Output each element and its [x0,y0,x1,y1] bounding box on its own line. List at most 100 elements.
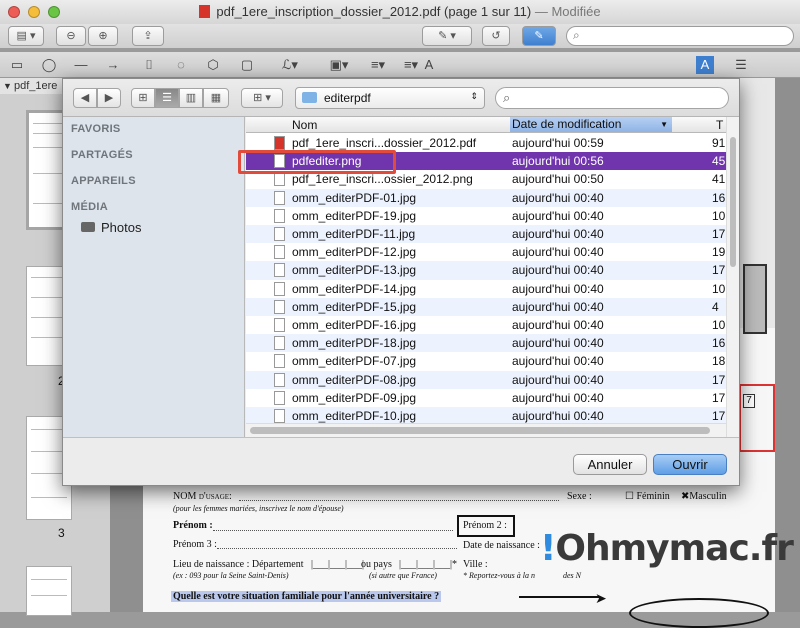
file-row[interactable]: omm_editerPDF-16.jpg aujourd'hui 00:40 10 [246,316,726,334]
rotate-button[interactable]: ↺ [482,26,510,46]
list-view-button[interactable]: ☰ [155,88,179,108]
location-popup[interactable]: editerpdf ⇕ [295,87,485,109]
color-picker-icon[interactable]: ▣▾ [328,56,350,74]
list-icon[interactable]: ☰ [732,56,750,74]
arrange-button[interactable]: ⊞ ▾ [241,88,283,108]
font-tool-icon[interactable]: A [420,56,438,74]
file-date: aujourd'hui 00:59 [512,136,604,150]
annotate-button[interactable]: ✎ ▾ [422,26,472,46]
scroll-thumb[interactable] [250,427,710,434]
file-size: 16 [712,190,726,205]
file-row[interactable]: omm_editerPDF-18.jpg aujourd'hui 00:40 16 [246,334,726,353]
file-size: 10 [712,281,726,296]
png-file-icon [274,172,285,187]
line-weight-icon[interactable]: ≡▾ [364,56,392,74]
size-column-header[interactable]: T [716,118,723,132]
file-row[interactable]: omm_editerPDF-01.jpg aujourd'hui 00:40 16 [246,188,726,207]
file-row[interactable]: omm_editerPDF-12.jpg aujourd'hui 00:40 19 [246,243,726,261]
signature-tool-icon[interactable]: ℒ▾ [276,56,304,74]
shape-tool-icon[interactable]: ⬡ [204,56,222,74]
zoom-in-button[interactable]: ⊕ [88,26,118,46]
departement-field[interactable]: |___|___|___| [311,559,364,570]
form-box[interactable]: 7 [743,394,755,408]
vertical-scrollbar[interactable] [726,117,739,437]
speech-bubble-icon[interactable]: ◌ [172,56,190,74]
masculin-label: Masculin [689,491,727,502]
scroll-thumb[interactable] [730,137,736,267]
sidebar-header-label: pdf_1ere [14,80,58,92]
jpg-file-icon [274,409,285,423]
minimize-window-button[interactable] [28,6,40,18]
sidebar-section-partages[interactable]: PARTAGÉS [71,149,133,161]
camera-icon [81,222,95,232]
sidebar-item-label: Photos [101,220,142,235]
sidebar-toggle-button[interactable]: ▤ ▾ [8,26,44,46]
pays-field[interactable]: |___|___|___|* [399,559,457,570]
jpg-file-icon [274,208,285,223]
sidebar-section-media[interactable]: MÉDIA [71,201,108,213]
file-row[interactable]: omm_editerPDF-09.jpg aujourd'hui 00:40 17 [246,389,726,407]
disclosure-triangle-icon[interactable]: ▼ [3,78,12,94]
zoom-window-button[interactable] [48,6,60,18]
file-date: aujourd'hui 00:50 [512,172,604,187]
file-size: 17 [712,390,726,405]
sidebar-item-photos[interactable]: Photos [81,220,141,235]
edit-toolbar-button[interactable]: ✎ [522,26,556,46]
file-row[interactable]: omm_editerPDF-11.jpg aujourd'hui 00:40 17 [246,225,726,244]
nom-usage-note: (pour les femmes mariées, inscrivez le n… [173,504,344,513]
file-row[interactable]: omm_editerPDF-07.jpg aujourd'hui 00:40 18 [246,352,726,370]
close-window-button[interactable] [8,6,20,18]
dialog-search-field[interactable]: ⌕ [495,87,729,109]
file-row[interactable]: omm_editerPDF-15.jpg aujourd'hui 00:40 4 [246,297,726,316]
feminin-option[interactable]: ☐ Féminin [625,491,670,502]
name-column-header[interactable]: Nom [292,118,317,132]
share-button[interactable]: ⇪ [132,26,164,46]
search-icon: ⌕ [573,28,580,42]
jpg-file-icon [274,190,285,205]
sidebar-section-appareils[interactable]: APPAREILS [71,175,136,187]
lieu-naissance-label: Lieu de naissance : Département [173,559,304,570]
coverflow-view-button[interactable]: ▦ [203,88,229,108]
page-thumbnail[interactable] [26,566,72,616]
window-title-suffix: — Modifiée [534,4,601,19]
note-tool-icon[interactable]: ▢ [238,56,256,74]
text-tool-icon[interactable]: ⌷ [140,56,158,74]
icon-view-button[interactable]: ⊞ [131,88,155,108]
rectangle-tool-icon[interactable]: ▭ [8,56,26,74]
file-row[interactable]: omm_editerPDF-14.jpg aujourd'hui 00:40 10 [246,280,726,298]
reporter-note: * Reportez-vous à la n [463,571,535,580]
file-row[interactable]: omm_editerPDF-19.jpg aujourd'hui 00:40 10 [246,207,726,225]
line-tool-icon[interactable]: — [72,56,90,74]
file-size: 17 [712,372,726,387]
dialog-sidebar: FAVORIS PARTAGÉS APPAREILS MÉDIA Photos [63,117,245,437]
jpg-file-icon [274,318,285,332]
page-number-label: 3 [58,526,65,540]
nom-usage-label: NOM d'usage: [173,491,232,502]
forward-button[interactable]: ▶ [97,88,121,108]
cancel-button[interactable]: Annuler [573,454,647,475]
sort-descending-icon: ▼ [660,120,668,129]
jpg-file-icon [274,245,285,260]
pdf-search-field[interactable]: ⌕ [566,26,794,46]
location-label: editerpdf [324,91,371,105]
file-date: aujourd'hui 00:40 [512,390,604,405]
masculin-option[interactable]: ✖Masculin [681,491,727,502]
dialog-toolbar: ◀ ▶ ⊞ ☰ ▥ ▦ ⊞ ▾ editerpdf ⇕ ⌕ [63,79,739,117]
zoom-out-button[interactable]: ⊖ [56,26,86,46]
file-name: omm_editerPDF-16.jpg [292,318,417,332]
back-button[interactable]: ◀ [73,88,97,108]
open-file-dialog: ◀ ▶ ⊞ ☰ ▥ ▦ ⊞ ▾ editerpdf ⇕ ⌕ FAVORIS PA… [62,78,740,486]
file-size: 17 [712,263,726,278]
sidebar-section-favoris[interactable]: FAVORIS [71,123,121,135]
file-name: omm_editerPDF-18.jpg [292,336,417,351]
oval-tool-icon[interactable]: ◯ [40,56,58,74]
text-style-icon[interactable]: A [696,56,714,74]
jpg-file-icon [274,281,285,296]
file-row[interactable]: omm_editerPDF-08.jpg aujourd'hui 00:40 17 [246,370,726,389]
arrow-tool-icon[interactable]: → [104,56,122,74]
file-row[interactable]: omm_editerPDF-13.jpg aujourd'hui 00:40 17 [246,261,726,280]
column-view-button[interactable]: ▥ [179,88,203,108]
date-column-header[interactable]: Date de modification ▼ [510,117,672,132]
horizontal-scrollbar[interactable] [246,423,726,437]
open-button[interactable]: Ouvrir [653,454,727,475]
